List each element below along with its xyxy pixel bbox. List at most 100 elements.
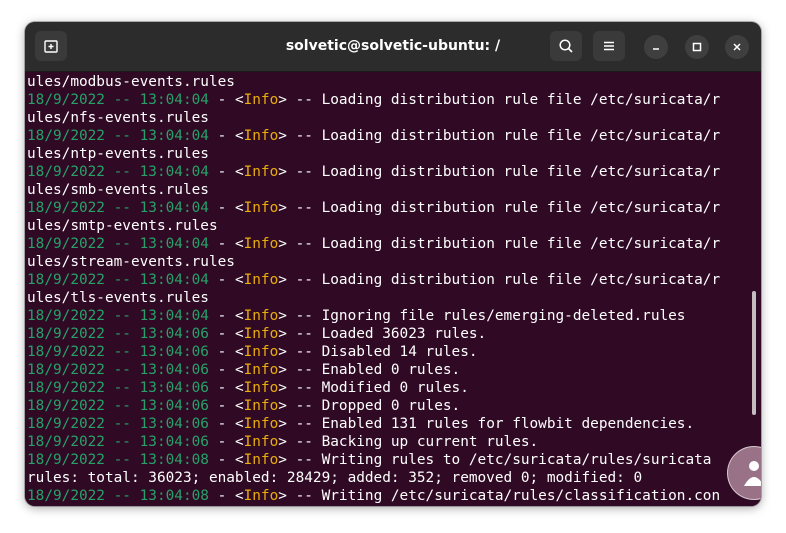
terminal-line: 18/9/2022 -- 13:04:06 - <Info> -- Enable… <box>27 415 720 433</box>
log-timestamp: 18/9/2022 -- 13:04:06 <box>27 362 209 378</box>
log-separator: - < <box>208 452 244 468</box>
terminal-line: 18/9/2022 -- 13:04:04 - <Info> -- Loadin… <box>27 163 720 181</box>
log-level: Info <box>243 380 279 396</box>
log-level: Info <box>243 488 279 504</box>
line-text: ules/nfs-events.rules <box>27 110 209 126</box>
terminal-line: 18/9/2022 -- 13:04:04 - <Info> -- Loadin… <box>27 271 720 289</box>
maximize-icon <box>692 42 702 52</box>
log-timestamp: 18/9/2022 -- 13:04:04 <box>27 164 209 180</box>
log-message: > -- Backing up current rules. <box>278 434 539 450</box>
terminal-line: 18/9/2022 -- 13:04:06 - <Info> -- Loaded… <box>27 325 720 343</box>
log-message: > -- Enabled 131 rules for flowbit depen… <box>278 416 695 432</box>
search-icon <box>559 39 573 53</box>
log-separator: - < <box>208 272 244 288</box>
search-button[interactable] <box>550 31 582 61</box>
log-timestamp: 18/9/2022 -- 13:04:04 <box>27 92 209 108</box>
log-timestamp: 18/9/2022 -- 13:04:04 <box>27 128 209 144</box>
log-separator: - < <box>208 92 244 108</box>
terminal-line: ules/modbus-events.rules <box>27 73 720 91</box>
log-message: > -- Loading distribution rule file /etc… <box>278 236 721 252</box>
log-message: > -- Disabled 14 rules. <box>278 344 478 360</box>
log-level: Info <box>243 200 279 216</box>
scrollbar-thumb[interactable] <box>752 291 756 415</box>
terminal-line: ules/smb-events.rules <box>27 181 720 199</box>
log-separator: - < <box>208 416 244 432</box>
log-timestamp: 18/9/2022 -- 13:04:04 <box>27 272 209 288</box>
log-level: Info <box>243 362 279 378</box>
log-timestamp: 18/9/2022 -- 13:04:06 <box>27 434 209 450</box>
log-level: Info <box>243 272 279 288</box>
terminal-lines: ules/modbus-events.rules 18/9/2022 -- 13:… <box>27 73 720 505</box>
log-message: > -- Loaded 36023 rules. <box>278 326 487 342</box>
line-text: ules/ntp-events.rules <box>27 146 209 162</box>
terminal-line: 18/9/2022 -- 13:04:06 - <Info> -- Disabl… <box>27 343 720 361</box>
log-timestamp: 18/9/2022 -- 13:04:04 <box>27 236 209 252</box>
terminal-line: 18/9/2022 -- 13:04:04 - <Info> -- Loadin… <box>27 127 720 145</box>
window-title: solvetic@solvetic-ubuntu: / <box>285 38 501 54</box>
log-timestamp: 18/9/2022 -- 13:04:06 <box>27 326 209 342</box>
log-level: Info <box>243 398 279 414</box>
log-message: > -- Dropped 0 rules. <box>278 398 461 414</box>
log-timestamp: 18/9/2022 -- 13:04:06 <box>27 380 209 396</box>
minimize-icon <box>653 48 659 50</box>
log-level: Info <box>243 344 279 360</box>
log-timestamp: 18/9/2022 -- 13:04:08 <box>27 452 209 468</box>
terminal-line: rules: total: 36023; enabled: 28429; add… <box>27 469 720 487</box>
log-message: > -- Loading distribution rule file /etc… <box>278 200 721 216</box>
log-timestamp: 18/9/2022 -- 13:04:06 <box>27 416 209 432</box>
maximize-button[interactable] <box>685 35 709 59</box>
line-text: ules/smtp-events.rules <box>27 218 218 234</box>
terminal-output[interactable]: ules/modbus-events.rules 18/9/2022 -- 13:… <box>25 72 761 506</box>
log-level: Info <box>243 236 279 252</box>
log-level: Info <box>243 128 279 144</box>
log-separator: - < <box>208 308 244 324</box>
terminal-line: 18/9/2022 -- 13:04:06 - <Info> -- Modifi… <box>27 379 720 397</box>
log-separator: - < <box>208 326 244 342</box>
log-message: > -- Loading distribution rule file /etc… <box>278 128 721 144</box>
terminal-line: 18/9/2022 -- 13:04:04 - <Info> -- Ignori… <box>27 307 720 325</box>
log-level: Info <box>243 416 279 432</box>
terminal-line: 18/9/2022 -- 13:04:06 - <Info> -- Droppe… <box>27 397 720 415</box>
watermark-figure <box>744 461 761 486</box>
log-separator: - < <box>208 380 244 396</box>
terminal-line: 18/9/2022 -- 13:04:04 - <Info> -- Loadin… <box>27 199 720 217</box>
log-message: > -- Loading distribution rule file /etc… <box>278 92 721 108</box>
log-separator: - < <box>208 236 244 252</box>
hamburger-menu-icon <box>604 41 614 51</box>
terminal-line: 18/9/2022 -- 13:04:06 - <Info> -- Enable… <box>27 361 720 379</box>
log-separator: - < <box>208 434 244 450</box>
terminal-line: 18/9/2022 -- 13:04:06 - <Info> -- Backin… <box>27 433 720 451</box>
log-timestamp: 18/9/2022 -- 13:04:04 <box>27 308 209 324</box>
log-level: Info <box>243 452 279 468</box>
log-level: Info <box>243 92 279 108</box>
log-level: Info <box>243 326 279 342</box>
log-separator: - < <box>208 128 244 144</box>
log-message: > -- Loading distribution rule file /etc… <box>278 272 721 288</box>
terminal-line: ules/tls-events.rules <box>27 289 720 307</box>
terminal-line: 18/9/2022 -- 13:04:08 - <Info> -- Writin… <box>27 451 720 469</box>
log-separator: - < <box>208 488 244 504</box>
terminal-window: solvetic@solvetic-ubuntu: / ules/modbus-… <box>25 22 761 506</box>
terminal-line: ules/ntp-events.rules <box>27 145 720 163</box>
close-button[interactable] <box>725 35 749 59</box>
log-timestamp: 18/9/2022 -- 13:04:06 <box>27 398 209 414</box>
close-icon <box>733 43 741 51</box>
terminal-line: 18/9/2022 -- 13:04:04 - <Info> -- Loadin… <box>27 235 720 253</box>
log-level: Info <box>243 308 279 324</box>
log-separator: - < <box>208 344 244 360</box>
line-text: ules/modbus-events.rules <box>27 74 235 90</box>
log-timestamp: 18/9/2022 -- 13:04:04 <box>27 200 209 216</box>
minimize-button[interactable] <box>644 35 668 59</box>
terminal-line: 18/9/2022 -- 13:04:04 - <Info> -- Loadin… <box>27 91 720 109</box>
log-message: > -- Loading distribution rule file /etc… <box>278 164 721 180</box>
line-text: ules/stream-events.rules <box>27 254 235 270</box>
menu-button[interactable] <box>593 31 625 61</box>
line-text: ules/smb-events.rules <box>27 182 209 198</box>
terminal-line: ules/smtp-events.rules <box>27 217 720 235</box>
line-text: ules/tls-events.rules <box>27 290 209 306</box>
new-tab-button[interactable] <box>35 31 67 61</box>
log-separator: - < <box>208 398 244 414</box>
terminal-line: 18/9/2022 -- 13:04:08 - <Info> -- Writin… <box>27 487 720 505</box>
log-message: > -- Writing /etc/suricata/rules/classif… <box>278 488 721 504</box>
log-message: > -- Writing rules to /etc/suricata/rule… <box>278 452 712 468</box>
